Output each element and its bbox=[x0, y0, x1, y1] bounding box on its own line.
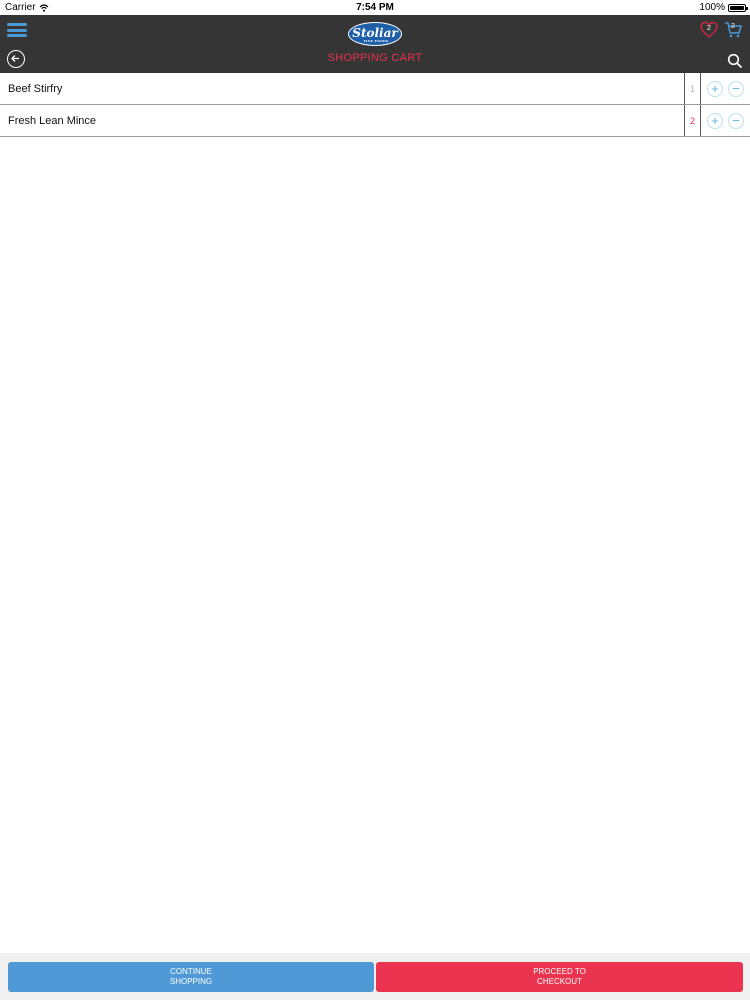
column-divider bbox=[700, 73, 701, 104]
increase-quantity-button[interactable]: + bbox=[707, 113, 723, 129]
item-name: Beef Stirfry bbox=[8, 83, 63, 95]
decrease-quantity-button[interactable]: − bbox=[728, 113, 744, 129]
footer-bar: CONTINUE SHOPPING PROCEED TO CHECKOUT bbox=[0, 953, 750, 1000]
item-quantity: 2 bbox=[689, 116, 695, 126]
page-title: SHOPPING CART bbox=[327, 52, 423, 64]
favorites-count: 2 bbox=[707, 25, 711, 32]
status-time: 7:54 PM bbox=[356, 2, 394, 13]
cart-item-row: Fresh Lean Mince 2 + − bbox=[0, 105, 750, 137]
cart-item-row: Beef Stirfry 1 + − bbox=[0, 73, 750, 105]
brand-logo[interactable]: Stoliar FINE FOODS bbox=[348, 22, 402, 46]
favorites-heart-icon[interactable]: 2 bbox=[700, 21, 718, 39]
search-icon[interactable] bbox=[727, 53, 743, 69]
item-name: Fresh Lean Mince bbox=[8, 115, 97, 127]
item-quantity: 1 bbox=[689, 84, 695, 94]
battery-label: 100% bbox=[699, 2, 725, 13]
menu-icon[interactable] bbox=[7, 23, 27, 37]
app-header: Stoliar FINE FOODS 2 2 SHOPPING CART bbox=[0, 15, 750, 73]
increase-quantity-button[interactable]: + bbox=[707, 81, 723, 97]
decrease-quantity-button[interactable]: − bbox=[728, 81, 744, 97]
logo-text: Stoliar bbox=[352, 26, 398, 40]
cart-item-list: Beef Stirfry 1 + − Fresh Lean Mince 2 + … bbox=[0, 73, 750, 137]
cart-count: 2 bbox=[731, 23, 735, 30]
column-divider bbox=[700, 105, 701, 136]
status-bar: Carrier 7:54 PM 100% bbox=[0, 0, 750, 15]
battery-icon bbox=[728, 3, 748, 12]
status-right: 100% bbox=[699, 2, 748, 13]
cart-icon[interactable]: 2 bbox=[724, 21, 742, 39]
proceed-to-checkout-button[interactable]: PROCEED TO CHECKOUT bbox=[376, 962, 743, 992]
logo-subtext: FINE FOODS bbox=[363, 39, 389, 43]
continue-shopping-button[interactable]: CONTINUE SHOPPING bbox=[8, 962, 374, 992]
